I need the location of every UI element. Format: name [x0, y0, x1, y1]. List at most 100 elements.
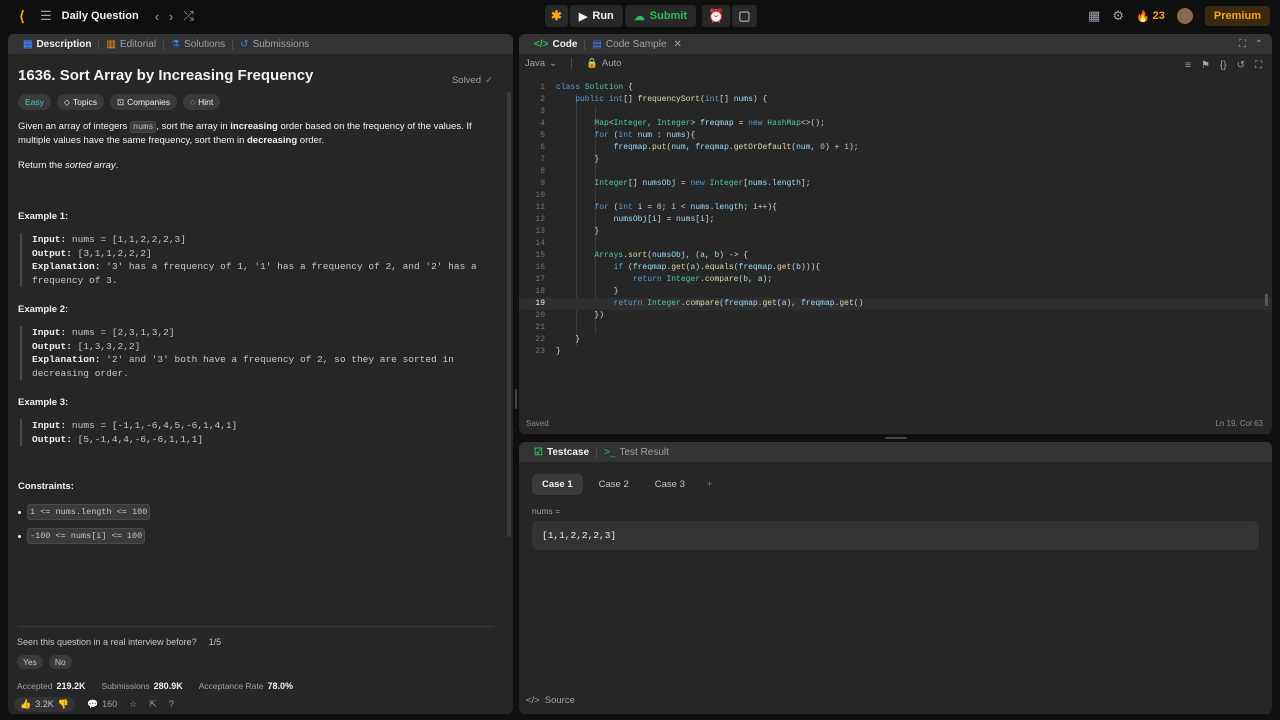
- gear-icon[interactable]: ⚙: [1112, 8, 1124, 24]
- case-3-tab[interactable]: Case 3: [645, 474, 695, 495]
- no-button[interactable]: No: [48, 655, 72, 669]
- fullscreen-icon[interactable]: ⛶: [1255, 60, 1262, 71]
- case-1-tab[interactable]: Case 1: [532, 474, 583, 495]
- code-line[interactable]: 1 class Solution {: [519, 82, 1272, 94]
- desc-text: Return the: [18, 160, 65, 171]
- tab-test-result[interactable]: >_ Test Result: [597, 442, 676, 462]
- leetcode-logo-icon[interactable]: ⟨: [14, 8, 30, 24]
- streak-counter[interactable]: 🔥 23: [1136, 10, 1165, 23]
- code-line[interactable]: 11 for (int i = 0; i < nums.length; i++)…: [519, 202, 1272, 214]
- code-line[interactable]: 6 freqmap.put(num, freqmap.getOrDefault(…: [519, 142, 1272, 154]
- editor-actions: ≡ ⚑ {} ↺ ⛶: [1185, 60, 1262, 71]
- debug-button[interactable]: ✱: [545, 5, 568, 27]
- line-number: 14: [535, 239, 545, 248]
- run-button[interactable]: ▶ Run: [569, 5, 623, 27]
- like-button[interactable]: 👍 3.2K 👎: [14, 696, 75, 712]
- line-number: 19: [535, 299, 545, 308]
- run-label: Run: [592, 10, 614, 22]
- tab-solutions[interactable]: ⚗ Solutions: [164, 34, 232, 54]
- code-line[interactable]: 15 Arrays.sort(numsObj, (a, b) -> {: [519, 250, 1272, 262]
- code-line[interactable]: 18 }: [519, 286, 1272, 298]
- code-line[interactable]: 4 Map<Integer, Integer> freqmap = new Ha…: [519, 118, 1272, 130]
- layout-icon[interactable]: ▦: [1088, 8, 1100, 24]
- example-2-title: Example 2:: [18, 304, 69, 315]
- maximize-icon[interactable]: ⛶: [1239, 39, 1246, 50]
- help-icon[interactable]: ?: [169, 699, 174, 709]
- tab-code-sample[interactable]: ▤ Code Sample ✕: [585, 34, 688, 54]
- code-line[interactable]: 20 }): [519, 310, 1272, 322]
- auto-mode[interactable]: 🔒 Auto: [586, 58, 621, 69]
- daily-question-title[interactable]: Daily Question: [62, 10, 139, 22]
- code-text: }): [556, 311, 605, 320]
- desc-text: Given an array of integers: [18, 121, 130, 132]
- code-line[interactable]: 21: [519, 322, 1272, 334]
- comments-button[interactable]: 💬 160: [87, 699, 117, 710]
- collapse-icon[interactable]: ⌃: [1255, 39, 1263, 50]
- problem-list-icon[interactable]: ☰: [40, 8, 52, 24]
- code-line[interactable]: 2 public int[] frequencySort(int[] nums)…: [519, 94, 1272, 106]
- testcase-input[interactable]: [1,1,2,2,2,3]: [532, 521, 1259, 550]
- companies-chip[interactable]: ⊡ Companies: [109, 94, 178, 110]
- tab-editorial[interactable]: ▥ Editorial: [99, 34, 163, 54]
- source-button[interactable]: </> Source: [526, 695, 575, 706]
- tab-submissions[interactable]: ↺ Submissions: [233, 34, 316, 54]
- top-bar: ⟨ ☰ Daily Question ‹ › ⤮ ✱ ▶ Run ☁ Submit …: [0, 0, 1280, 32]
- tab-testcase[interactable]: ☑ Testcase: [527, 442, 596, 462]
- description-scrollbar[interactable]: [507, 92, 511, 537]
- interview-prompt: Seen this question in a real interview b…: [17, 637, 221, 647]
- topics-chip[interactable]: ⬦ Topics: [56, 94, 104, 110]
- language-select[interactable]: Java ⌄: [525, 58, 557, 69]
- braces-icon[interactable]: {}: [1220, 60, 1227, 71]
- code-line[interactable]: 16 if (freqmap.get(a).equals(freqmap.get…: [519, 262, 1272, 274]
- line-number: 9: [540, 179, 545, 188]
- code-line[interactable]: 23}: [519, 346, 1272, 358]
- close-icon[interactable]: ✕: [674, 39, 682, 50]
- timer-button[interactable]: ⏰: [702, 5, 731, 27]
- submit-button[interactable]: ☁ Submit: [624, 5, 697, 27]
- horizontal-resize-handle[interactable]: [519, 435, 1272, 441]
- reset-icon[interactable]: ↺: [1237, 60, 1245, 71]
- code-text: return Integer.compare(freqmap.get(a), f…: [613, 299, 864, 308]
- problem-title[interactable]: 1636. Sort Array by Increasing Frequency: [18, 66, 503, 86]
- cloud-upload-icon: ☁: [633, 10, 645, 23]
- notes-button[interactable]: ▢: [732, 5, 757, 27]
- shuffle-icon[interactable]: ⤮: [183, 8, 193, 24]
- code-line[interactable]: 17 return Integer.compare(b, a);: [519, 274, 1272, 286]
- code-line[interactable]: 10: [519, 190, 1272, 202]
- tab-description[interactable]: ▤ Description: [16, 34, 98, 54]
- code-line[interactable]: 7 }: [519, 154, 1272, 166]
- thumbs-down-icon[interactable]: 👎: [58, 699, 69, 710]
- editor-scrollbar[interactable]: [1265, 294, 1268, 306]
- divider: [18, 626, 494, 627]
- share-icon[interactable]: ⇱: [149, 699, 157, 710]
- code-line[interactable]: 13 }: [519, 226, 1272, 238]
- case-2-tab[interactable]: Case 2: [589, 474, 639, 495]
- code-editor[interactable]: 1 class Solution {2 public int[] frequenc…: [519, 82, 1272, 407]
- code-line[interactable]: 3: [519, 106, 1272, 118]
- example-1-box: Input: nums = [1,1,2,2,2,3] Output: [3,1…: [20, 233, 503, 287]
- code-line[interactable]: 19 return Integer.compare(freqmap.get(a)…: [519, 298, 1272, 310]
- flask-icon: ⚗: [171, 38, 181, 50]
- hint-chip[interactable]: ◌ Hint: [183, 94, 221, 110]
- code-line[interactable]: 22 }: [519, 334, 1272, 346]
- avatar[interactable]: [1176, 8, 1193, 24]
- tab-code-sample-label: Code Sample: [605, 38, 667, 50]
- premium-button[interactable]: Premium: [1204, 6, 1270, 26]
- code-line[interactable]: 5 for (int num : nums){: [519, 130, 1272, 142]
- code-line[interactable]: 14: [519, 238, 1272, 250]
- chevron-left-icon[interactable]: ‹: [155, 9, 159, 24]
- line-number: 1: [540, 83, 545, 92]
- desc-text: order.: [297, 135, 325, 146]
- format-icon[interactable]: ≡: [1185, 60, 1191, 71]
- bookmark-icon[interactable]: ⚑: [1201, 60, 1210, 71]
- add-case-icon[interactable]: +: [701, 474, 719, 495]
- chevron-right-icon[interactable]: ›: [169, 9, 173, 24]
- vertical-resize-handle[interactable]: [514, 34, 518, 714]
- code-line[interactable]: 12 numsObj[i] = nums[i];: [519, 214, 1272, 226]
- star-icon[interactable]: ☆: [129, 699, 137, 710]
- code-line[interactable]: 8: [519, 166, 1272, 178]
- tab-code[interactable]: </> Code: [527, 34, 584, 54]
- bullet: [18, 510, 21, 514]
- yes-button[interactable]: Yes: [17, 655, 43, 669]
- code-line[interactable]: 9 Integer[] numsObj = new Integer[nums.l…: [519, 178, 1272, 190]
